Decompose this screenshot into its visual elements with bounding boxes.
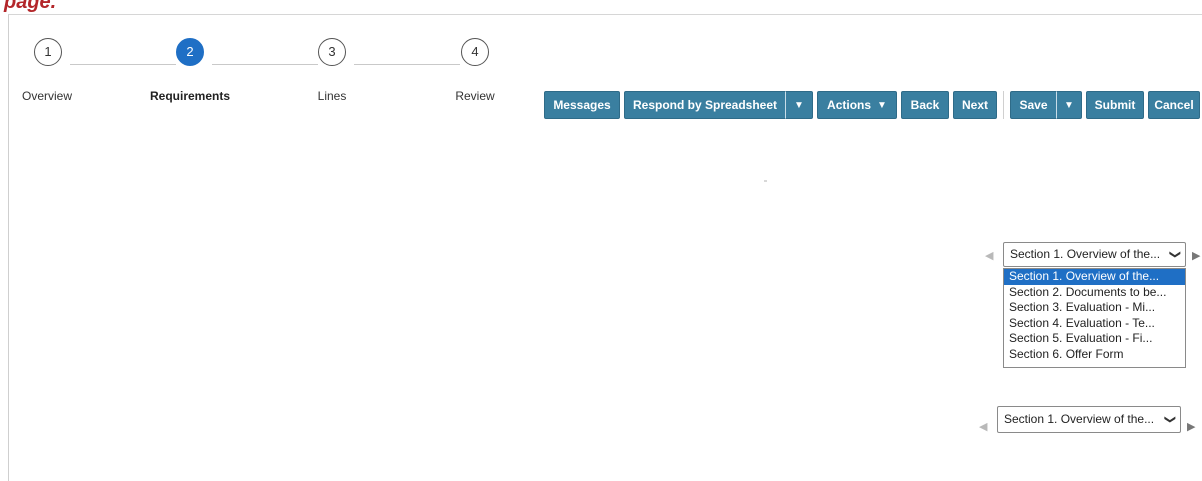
submit-button[interactable]: Submit bbox=[1086, 91, 1144, 119]
step-2-circle[interactable]: 2 bbox=[176, 38, 204, 66]
save-button[interactable]: Save bbox=[1010, 91, 1056, 119]
section-options-list: Section 1. Overview of the... Section 2.… bbox=[1003, 268, 1186, 368]
section-option[interactable]: Section 6. Offer Form bbox=[1004, 347, 1185, 363]
previous-section-arrow-icon[interactable]: ◀ bbox=[985, 249, 993, 262]
section-option[interactable]: Section 3. Evaluation - Mi... bbox=[1004, 300, 1185, 316]
section-select-top-value: Section 1. Overview of the... bbox=[1010, 247, 1161, 261]
section-option[interactable]: Section 4. Evaluation - Te... bbox=[1004, 316, 1185, 332]
respond-dropdown-button[interactable]: ▼ bbox=[785, 91, 813, 119]
back-button[interactable]: Back bbox=[901, 91, 949, 119]
section-option[interactable]: Section 5. Evaluation - Fi... bbox=[1004, 331, 1185, 347]
section-select-bottom-value: Section 1. Overview of the... bbox=[1004, 412, 1155, 426]
caret-down-icon: ▼ bbox=[1064, 99, 1074, 111]
action-toolbar: Messages Respond by Spreadsheet ▼ Action… bbox=[544, 91, 1200, 119]
step-1-circle[interactable]: 1 bbox=[34, 38, 62, 66]
section-option[interactable]: Section 2. Documents to be... bbox=[1004, 285, 1185, 301]
step-2-label[interactable]: Requirements bbox=[130, 89, 250, 103]
respond-by-spreadsheet-button[interactable]: Respond by Spreadsheet bbox=[624, 91, 785, 119]
chevron-down-icon: ❯ bbox=[1168, 249, 1181, 260]
step-4-label[interactable]: Review bbox=[415, 89, 535, 103]
train-connector bbox=[212, 64, 318, 65]
section-select-bottom[interactable]: Section 1. Overview of the... ❯ bbox=[997, 406, 1181, 433]
section-option[interactable]: Section 1. Overview of the... bbox=[1004, 269, 1185, 285]
caret-down-icon: ▼ bbox=[877, 99, 887, 111]
step-4-circle[interactable]: 4 bbox=[461, 38, 489, 66]
caret-down-icon: ▼ bbox=[794, 99, 804, 111]
decorative-dot bbox=[764, 180, 767, 182]
next-section-arrow-icon[interactable]: ▶ bbox=[1192, 249, 1200, 262]
step-3-circle[interactable]: 3 bbox=[318, 38, 346, 66]
section-select-top[interactable]: Section 1. Overview of the... ❯ bbox=[1003, 242, 1186, 267]
step-1-label[interactable]: Overview bbox=[0, 89, 107, 103]
toolbar-separator bbox=[1003, 91, 1004, 119]
train-connector bbox=[70, 64, 176, 65]
process-train: 1 2 3 4 Overview Requirements Lines Revi… bbox=[9, 15, 569, 115]
respond-by-spreadsheet-split: Respond by Spreadsheet ▼ bbox=[624, 91, 813, 119]
next-button[interactable]: Next bbox=[953, 91, 997, 119]
train-connector bbox=[354, 64, 460, 65]
cancel-button[interactable]: Cancel bbox=[1148, 91, 1200, 119]
messages-button[interactable]: Messages bbox=[544, 91, 620, 119]
save-dropdown-button[interactable]: ▼ bbox=[1056, 91, 1082, 119]
actions-label: Actions bbox=[827, 98, 872, 112]
page-caption: page. bbox=[4, 0, 57, 13]
chevron-down-icon: ❯ bbox=[1163, 414, 1176, 425]
save-split: Save ▼ bbox=[1010, 91, 1082, 119]
next-section-arrow-icon[interactable]: ▶ bbox=[1187, 420, 1195, 433]
previous-section-arrow-icon[interactable]: ◀ bbox=[979, 420, 987, 433]
step-3-label[interactable]: Lines bbox=[272, 89, 392, 103]
actions-button[interactable]: Actions ▼ bbox=[817, 91, 897, 119]
